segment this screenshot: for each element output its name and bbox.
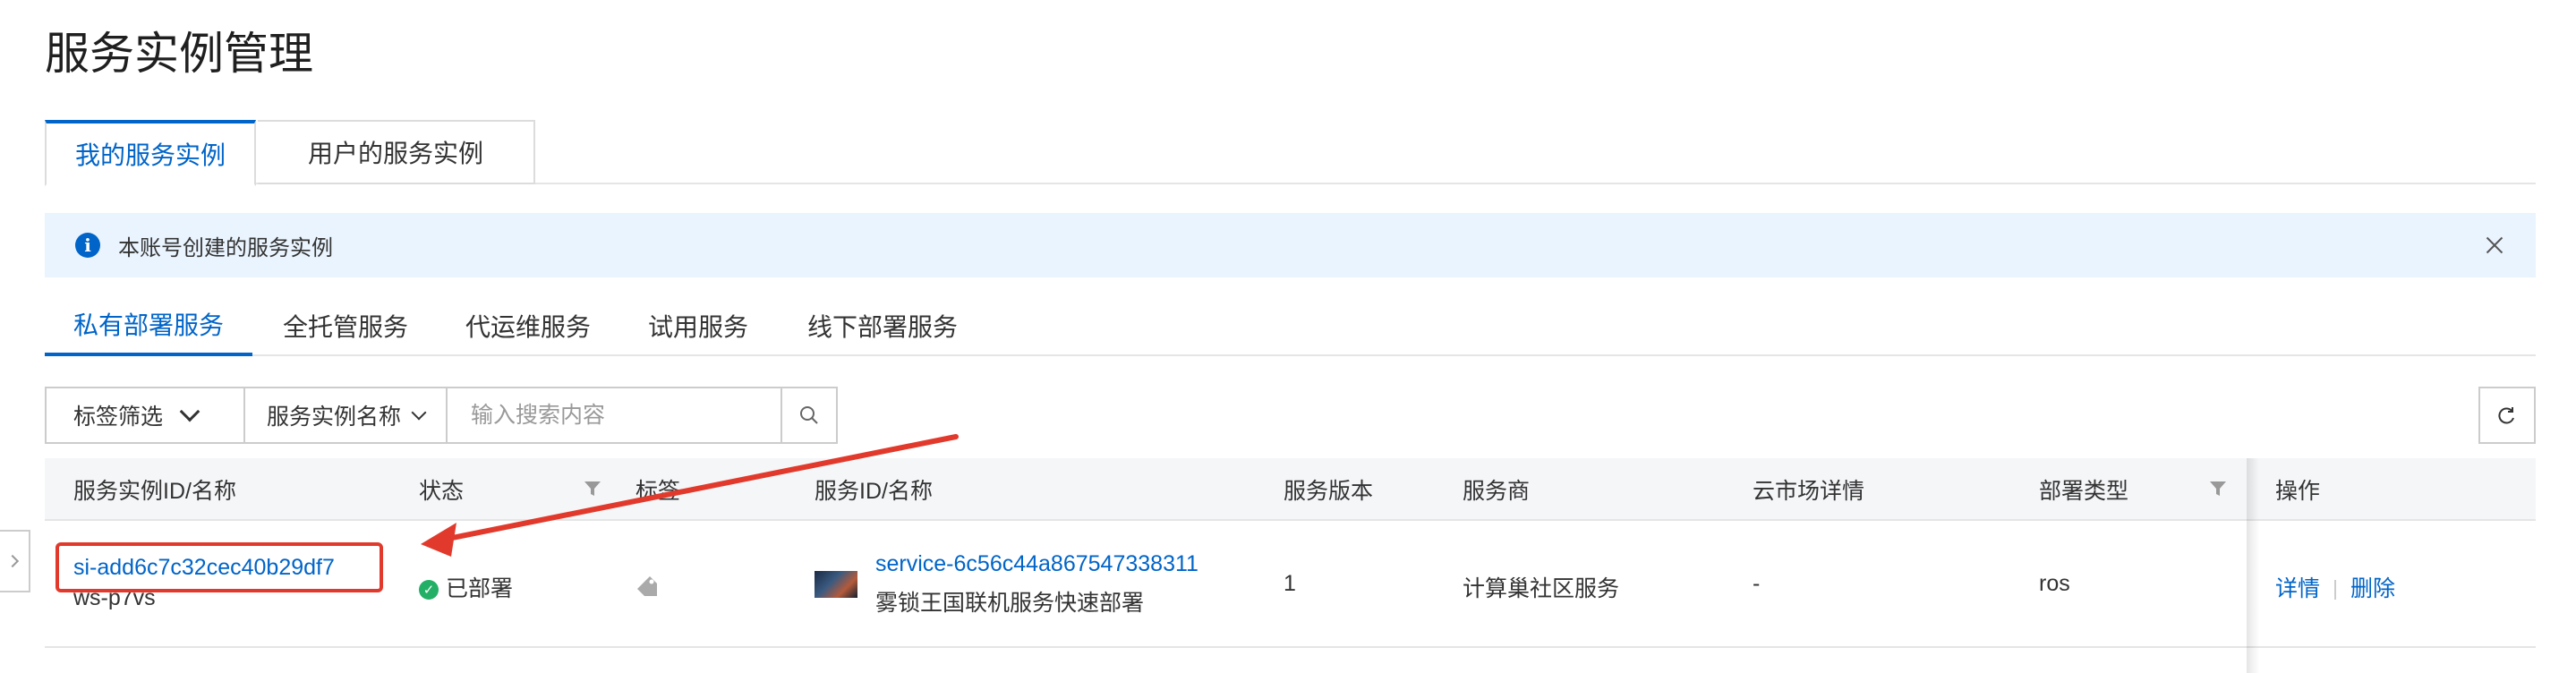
- col-version: 服务版本: [1284, 479, 1374, 504]
- sub-tabs: 私有部署服务 全托管服务 代运维服务 试用服务 线下部署服务: [45, 295, 2536, 356]
- search-button[interactable]: [782, 388, 836, 442]
- col-deploy-type: 部署类型: [2039, 479, 2129, 504]
- table-row: si-add6c7c32cec40b29df7 ws-p7vs ✓ 已部署 ser…: [45, 521, 2536, 648]
- detail-link[interactable]: 详情: [2275, 576, 2320, 601]
- row-actions: 详情 删除: [2275, 571, 2395, 603]
- service-id-link[interactable]: service-6c56c44a867547338311: [875, 551, 1198, 577]
- service-version: 1: [1284, 571, 1296, 596]
- table-header: 服务实例ID/名称 状态 标签 服务ID/名称 服务版本 服务商 云市场详情 部…: [45, 458, 2536, 521]
- close-icon[interactable]: [2478, 229, 2511, 261]
- tab-trial[interactable]: 试用服务: [648, 295, 748, 356]
- service-provider: 计算巢社区服务: [1463, 576, 1620, 601]
- search-group: 服务实例名称: [243, 387, 838, 444]
- market-detail: -: [1753, 571, 1761, 596]
- col-status: 状态: [419, 479, 465, 504]
- col-actions: 操作: [2275, 479, 2321, 504]
- info-icon: i: [75, 233, 100, 258]
- tab-offline-deploy[interactable]: 线下部署服务: [807, 295, 958, 356]
- filter-icon[interactable]: [2209, 480, 2227, 498]
- refresh-icon: [2498, 407, 2514, 424]
- search-field-select[interactable]: 服务实例名称: [245, 388, 448, 442]
- filter-icon[interactable]: [584, 480, 601, 498]
- check-circle-icon: ✓: [419, 580, 439, 601]
- col-tags: 标签: [635, 479, 681, 504]
- page-title: 服务实例管理: [45, 29, 313, 79]
- deploy-type: ros: [2039, 571, 2070, 596]
- delete-link[interactable]: 删除: [2350, 576, 2395, 601]
- chevron-down-icon: [411, 405, 427, 421]
- tab-private-deploy[interactable]: 私有部署服务: [45, 295, 253, 356]
- action-divider: [2334, 580, 2337, 601]
- chevron-right-icon: [5, 554, 20, 568]
- status-cell: ✓ 已部署: [419, 571, 513, 603]
- col-provider: 服务商: [1463, 479, 1531, 504]
- search-input[interactable]: [448, 388, 782, 442]
- refresh-button[interactable]: [2478, 387, 2536, 444]
- banner-text: 本账号创建的服务实例: [118, 235, 333, 260]
- side-expand-handle[interactable]: [0, 530, 30, 592]
- tag-filter-button[interactable]: 标签筛选: [45, 387, 274, 444]
- service-name: 雾锁王国联机服务快速部署: [875, 591, 1145, 616]
- search-field-label: 服务实例名称: [267, 405, 402, 430]
- tab-my-instances[interactable]: 我的服务实例: [45, 120, 256, 186]
- tab-fully-managed[interactable]: 全托管服务: [283, 295, 408, 356]
- service-thumbnail: [815, 571, 857, 598]
- top-tabs: 我的服务实例 用户的服务实例: [45, 120, 2536, 186]
- tag-icon[interactable]: [635, 575, 659, 598]
- annotation-highlight-box: [55, 542, 383, 592]
- tab-user-instances[interactable]: 用户的服务实例: [258, 120, 535, 184]
- tag-filter-label: 标签筛选: [73, 405, 164, 430]
- info-banner: i 本账号创建的服务实例: [45, 213, 2536, 277]
- col-service-id: 服务ID/名称: [815, 479, 933, 504]
- tab-managed-ops[interactable]: 代运维服务: [465, 295, 591, 356]
- sticky-column-shadow: [2247, 458, 2259, 673]
- search-icon: [800, 406, 818, 424]
- chevron-down-icon: [179, 401, 200, 422]
- status-text: 已部署: [446, 576, 514, 601]
- col-instance-id: 服务实例ID/名称: [73, 479, 236, 504]
- col-market-detail: 云市场详情: [1753, 479, 1865, 504]
